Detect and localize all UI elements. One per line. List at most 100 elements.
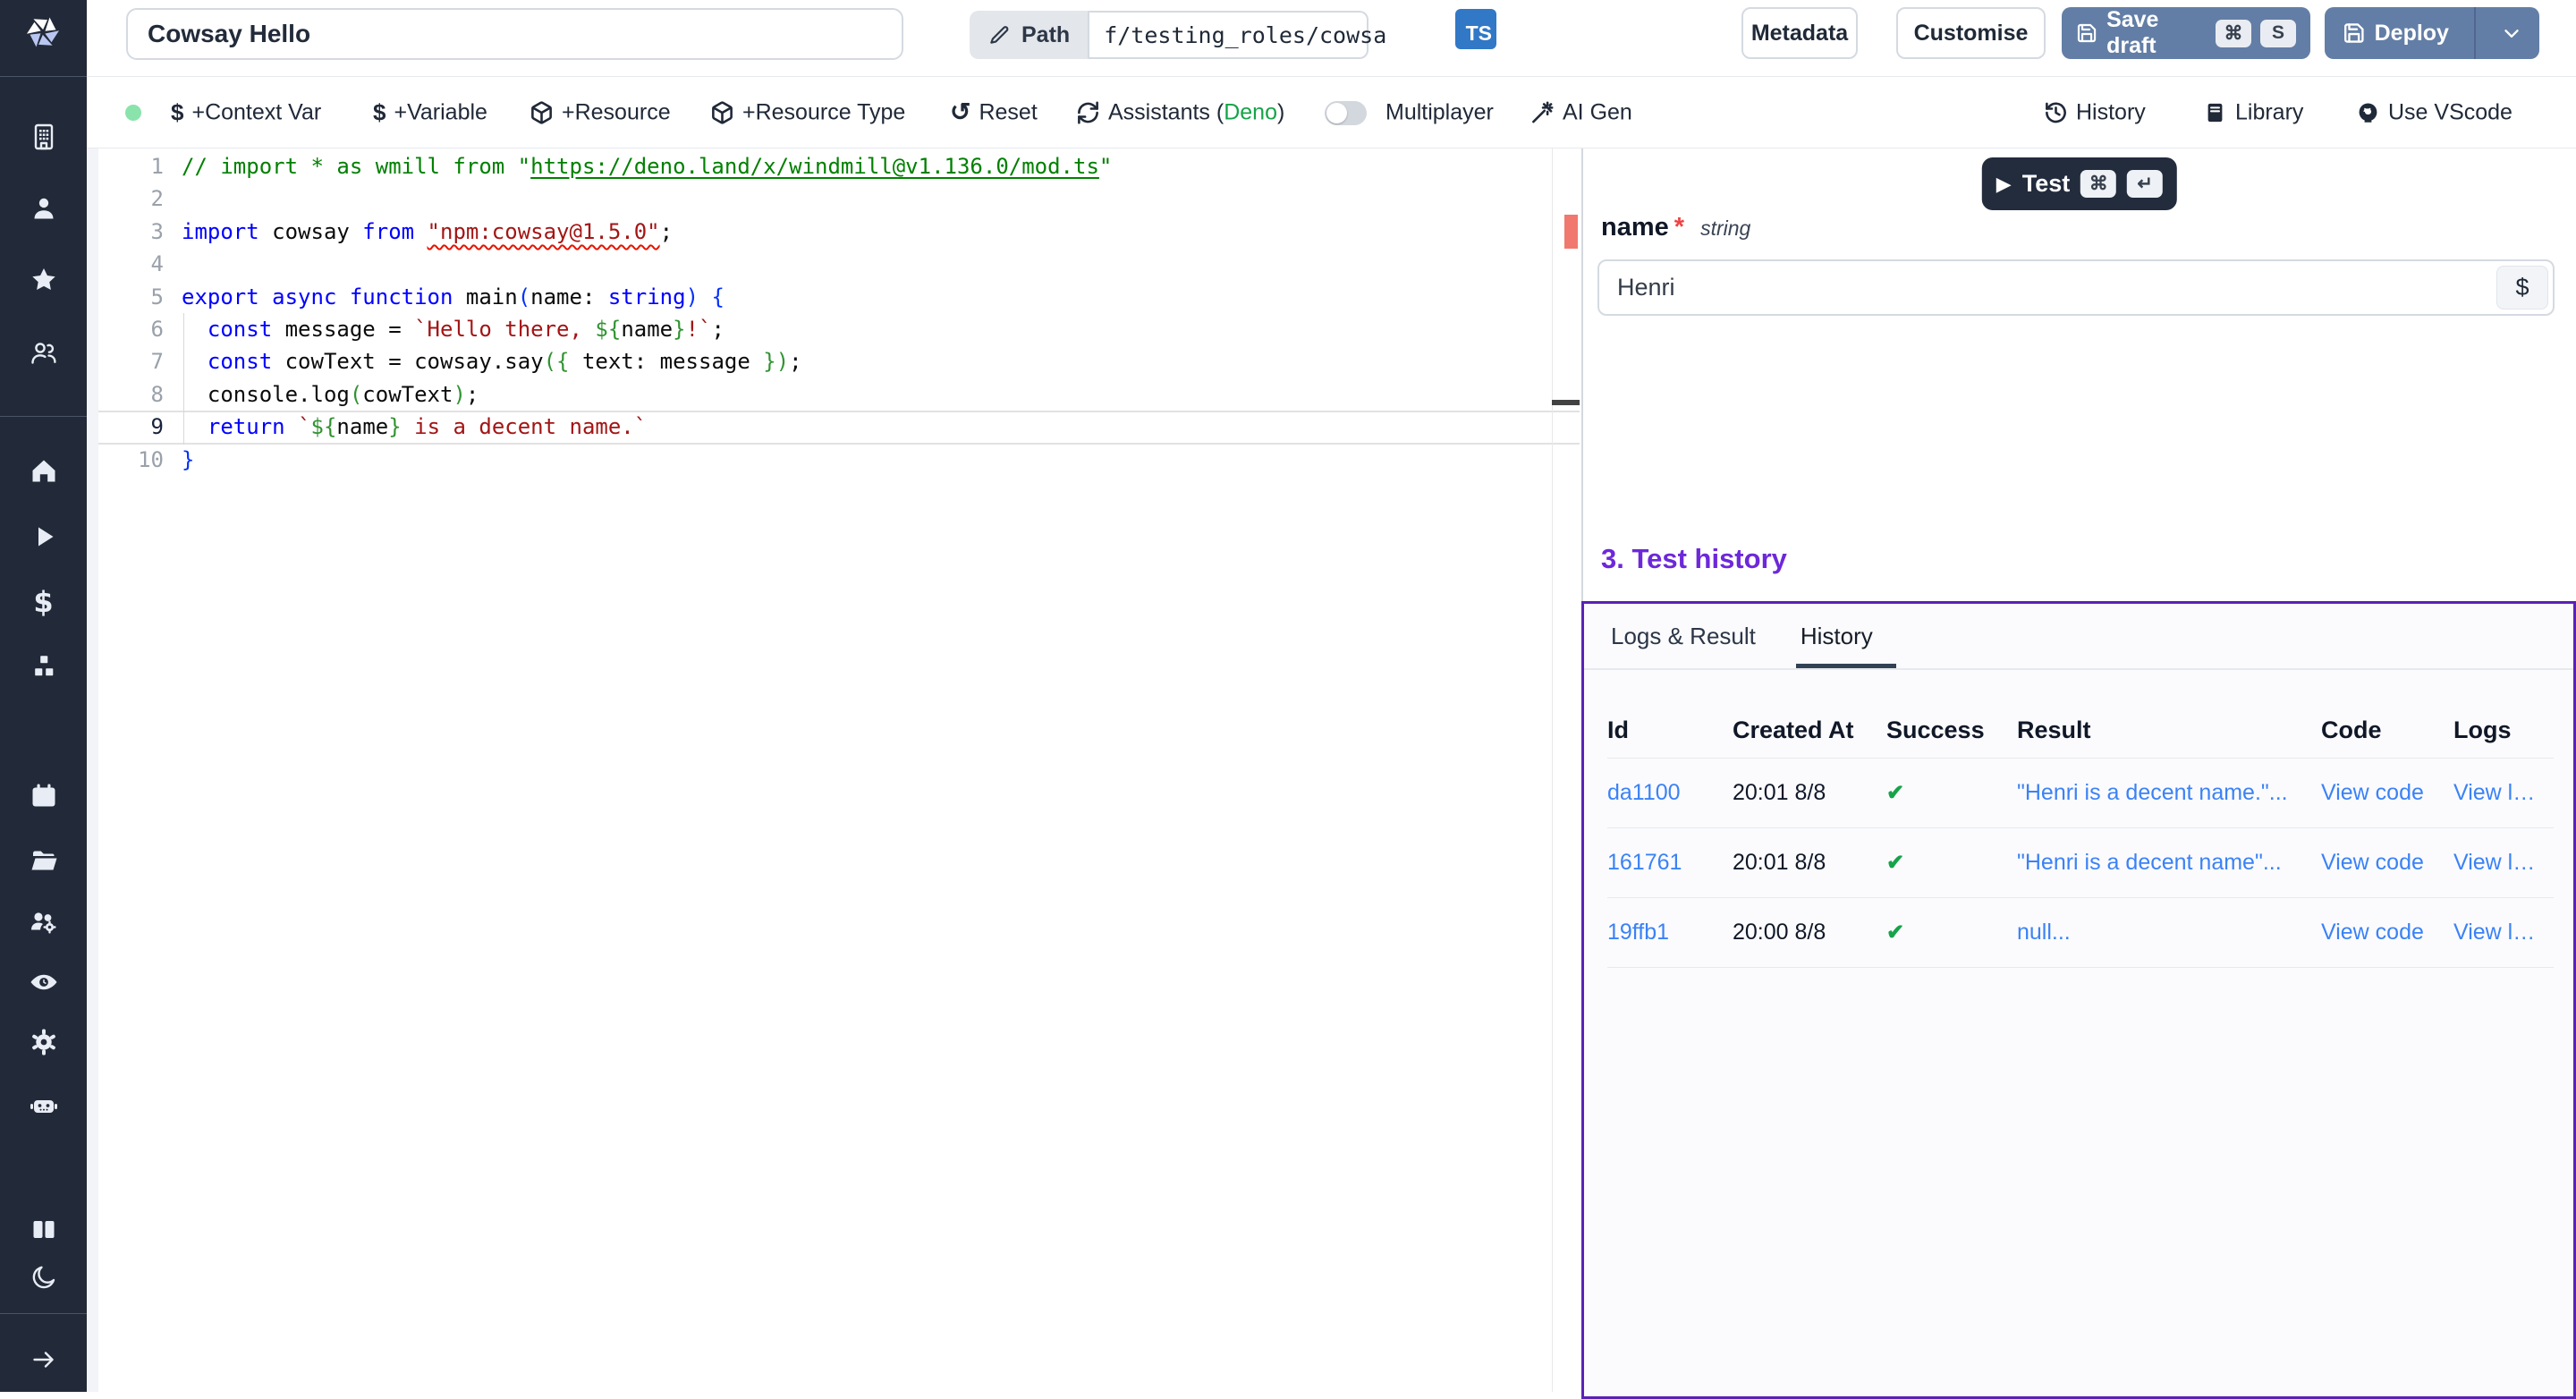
customise-button[interactable]: Customise xyxy=(1896,7,2046,59)
code-line[interactable]: export async function main(name: string)… xyxy=(182,281,1112,313)
sidebar-item-folders[interactable] xyxy=(0,845,87,876)
col-code: Code xyxy=(2321,716,2453,744)
add-context-var-button[interactable]: $ +Context Var xyxy=(171,98,321,126)
deploy-button[interactable]: Deploy xyxy=(2325,7,2539,59)
workers-icon xyxy=(29,908,59,938)
col-logs: Logs xyxy=(2453,716,2554,744)
code-line[interactable]: console.log(cowText); xyxy=(182,378,1112,411)
run-result-link[interactable]: null... xyxy=(2017,920,2321,945)
add-resource-type-button[interactable]: +Resource Type xyxy=(710,99,905,125)
library-button[interactable]: Library xyxy=(2203,99,2303,125)
windmill-logo-icon[interactable] xyxy=(21,11,64,54)
deploy-button-divider xyxy=(2474,7,2476,59)
arrow-right-icon xyxy=(29,1344,59,1375)
run-id-link[interactable]: da1100 xyxy=(1607,780,1733,806)
sidebar-item-dark-mode[interactable] xyxy=(0,1262,87,1293)
script-title-input[interactable] xyxy=(126,8,903,60)
sidebar-collapse-button[interactable] xyxy=(0,1344,87,1375)
test-history-heading: 3. Test history xyxy=(1601,543,1787,575)
use-vscode-label: Use VScode xyxy=(2388,99,2512,125)
save-draft-button[interactable]: Save draft ⌘ S xyxy=(2062,7,2310,59)
reset-button[interactable]: ↺ Reset xyxy=(950,99,1038,125)
success-check-icon: ✔ xyxy=(1886,920,2017,945)
dollar-icon: $ xyxy=(373,98,386,126)
sidebar-item-workspace[interactable] xyxy=(0,122,87,152)
code-line[interactable]: const cowText = cowsay.say({ text: messa… xyxy=(182,345,1112,377)
code-line[interactable]: return `${name} is a decent name.` xyxy=(182,411,1112,443)
reset-label: Reset xyxy=(979,99,1037,125)
view-code-link[interactable]: View code xyxy=(2321,780,2453,806)
code-line[interactable]: } xyxy=(182,444,1112,476)
metadata-button[interactable]: Metadata xyxy=(1741,7,1858,59)
sidebar-item-docs[interactable] xyxy=(0,1215,87,1245)
col-result: Result xyxy=(2017,716,2321,744)
use-vscode-button[interactable]: Use VScode xyxy=(2356,99,2512,125)
assistants-button[interactable]: Assistants (Deno) xyxy=(1076,99,1284,125)
sidebar-item-audit-logs[interactable] xyxy=(0,967,87,997)
kbd-return: ↵ xyxy=(2127,170,2163,198)
sidebar-item-schedules[interactable] xyxy=(0,781,87,811)
ai-gen-button[interactable]: AI Gen xyxy=(1530,99,1632,125)
sidebar-item-workers[interactable] xyxy=(0,908,87,938)
view-logs-link[interactable]: View logs xyxy=(2453,920,2554,945)
insert-variable-button[interactable]: $ xyxy=(2496,266,2548,309)
run-result-link[interactable]: "Henri is a decent name."... xyxy=(2017,780,2321,806)
star-icon xyxy=(29,265,59,295)
run-result-link[interactable]: "Henri is a decent name"... xyxy=(2017,850,2321,876)
save-draft-label: Save draft xyxy=(2106,7,2207,59)
book-open-icon xyxy=(29,1215,59,1245)
sidebar-item-runs[interactable] xyxy=(0,521,87,552)
box-icon xyxy=(530,100,554,124)
path-value[interactable]: f/testing_roles/cowsa xyxy=(1088,11,1368,59)
view-code-link[interactable]: View code xyxy=(2321,850,2453,876)
sidebar-item-groups[interactable] xyxy=(0,338,87,369)
path-button[interactable]: Path xyxy=(970,11,1088,59)
required-asterisk: * xyxy=(1674,213,1684,242)
sidebar-item-home[interactable] xyxy=(0,456,87,487)
status-dot xyxy=(125,105,141,121)
code-line[interactable] xyxy=(182,248,1112,280)
history-table-header: Id Created At Success Result Code Logs xyxy=(1607,702,2554,759)
history-button[interactable]: History xyxy=(2044,99,2146,125)
view-code-link[interactable]: View code xyxy=(2321,920,2453,945)
sidebar-item-variables[interactable]: $ xyxy=(0,587,87,617)
view-logs-link[interactable]: View logs xyxy=(2453,780,2554,806)
sidebar-item-ai[interactable] xyxy=(0,1091,87,1122)
library-label: Library xyxy=(2235,99,2303,125)
line-number: 7 xyxy=(98,345,174,377)
run-id-link[interactable]: 161761 xyxy=(1607,850,1733,876)
top-bar: Path f/testing_roles/cowsa TS Metadata C… xyxy=(87,0,2576,77)
add-variable-button[interactable]: $ +Variable xyxy=(373,98,487,126)
code-editor[interactable]: 12345678910 // import * as wmill from "h… xyxy=(87,148,1581,1392)
tab-logs-result[interactable]: Logs & Result xyxy=(1611,623,1756,650)
test-button[interactable]: ▶ Test ⌘ ↵ xyxy=(1982,157,2177,210)
line-number: 3 xyxy=(98,216,174,248)
sidebar-item-resources[interactable] xyxy=(0,651,87,682)
github-icon xyxy=(2356,100,2380,124)
run-id-link[interactable]: 19ffb1 xyxy=(1607,920,1733,945)
tab-history[interactable]: History xyxy=(1801,623,1873,650)
code-line[interactable]: const message = `Hello there, ${name}!`; xyxy=(182,313,1112,345)
multiplayer-toggle[interactable] xyxy=(1325,101,1367,125)
name-argument-input[interactable] xyxy=(1599,261,2553,314)
code-line[interactable] xyxy=(182,182,1112,215)
argument-name: name xyxy=(1601,213,1669,242)
add-resource-button[interactable]: +Resource xyxy=(530,99,671,125)
gear-icon xyxy=(29,1027,59,1057)
path-button-label: Path xyxy=(1021,22,1070,48)
kbd-command: ⌘ xyxy=(2216,20,2251,47)
sidebar-item-settings[interactable] xyxy=(0,1027,87,1057)
view-logs-link[interactable]: View logs xyxy=(2453,850,2554,876)
refresh-icon xyxy=(1076,100,1100,124)
code-line[interactable]: // import * as wmill from "https://deno.… xyxy=(182,150,1112,182)
deploy-label: Deploy xyxy=(2375,21,2449,47)
sidebar-item-user[interactable] xyxy=(0,193,87,224)
eye-icon xyxy=(29,967,59,997)
editor-glyph-margin xyxy=(87,148,98,1392)
history-row: da110020:01 8/8✔"Henri is a decent name.… xyxy=(1607,759,2554,828)
code-line[interactable]: import cowsay from "npm:cowsay@1.5.0"; xyxy=(182,216,1112,248)
argument-type: string xyxy=(1700,216,1750,241)
success-check-icon: ✔ xyxy=(1886,780,2017,806)
deploy-dropdown-button[interactable] xyxy=(2485,21,2539,45)
sidebar-item-favorites[interactable] xyxy=(0,265,87,295)
